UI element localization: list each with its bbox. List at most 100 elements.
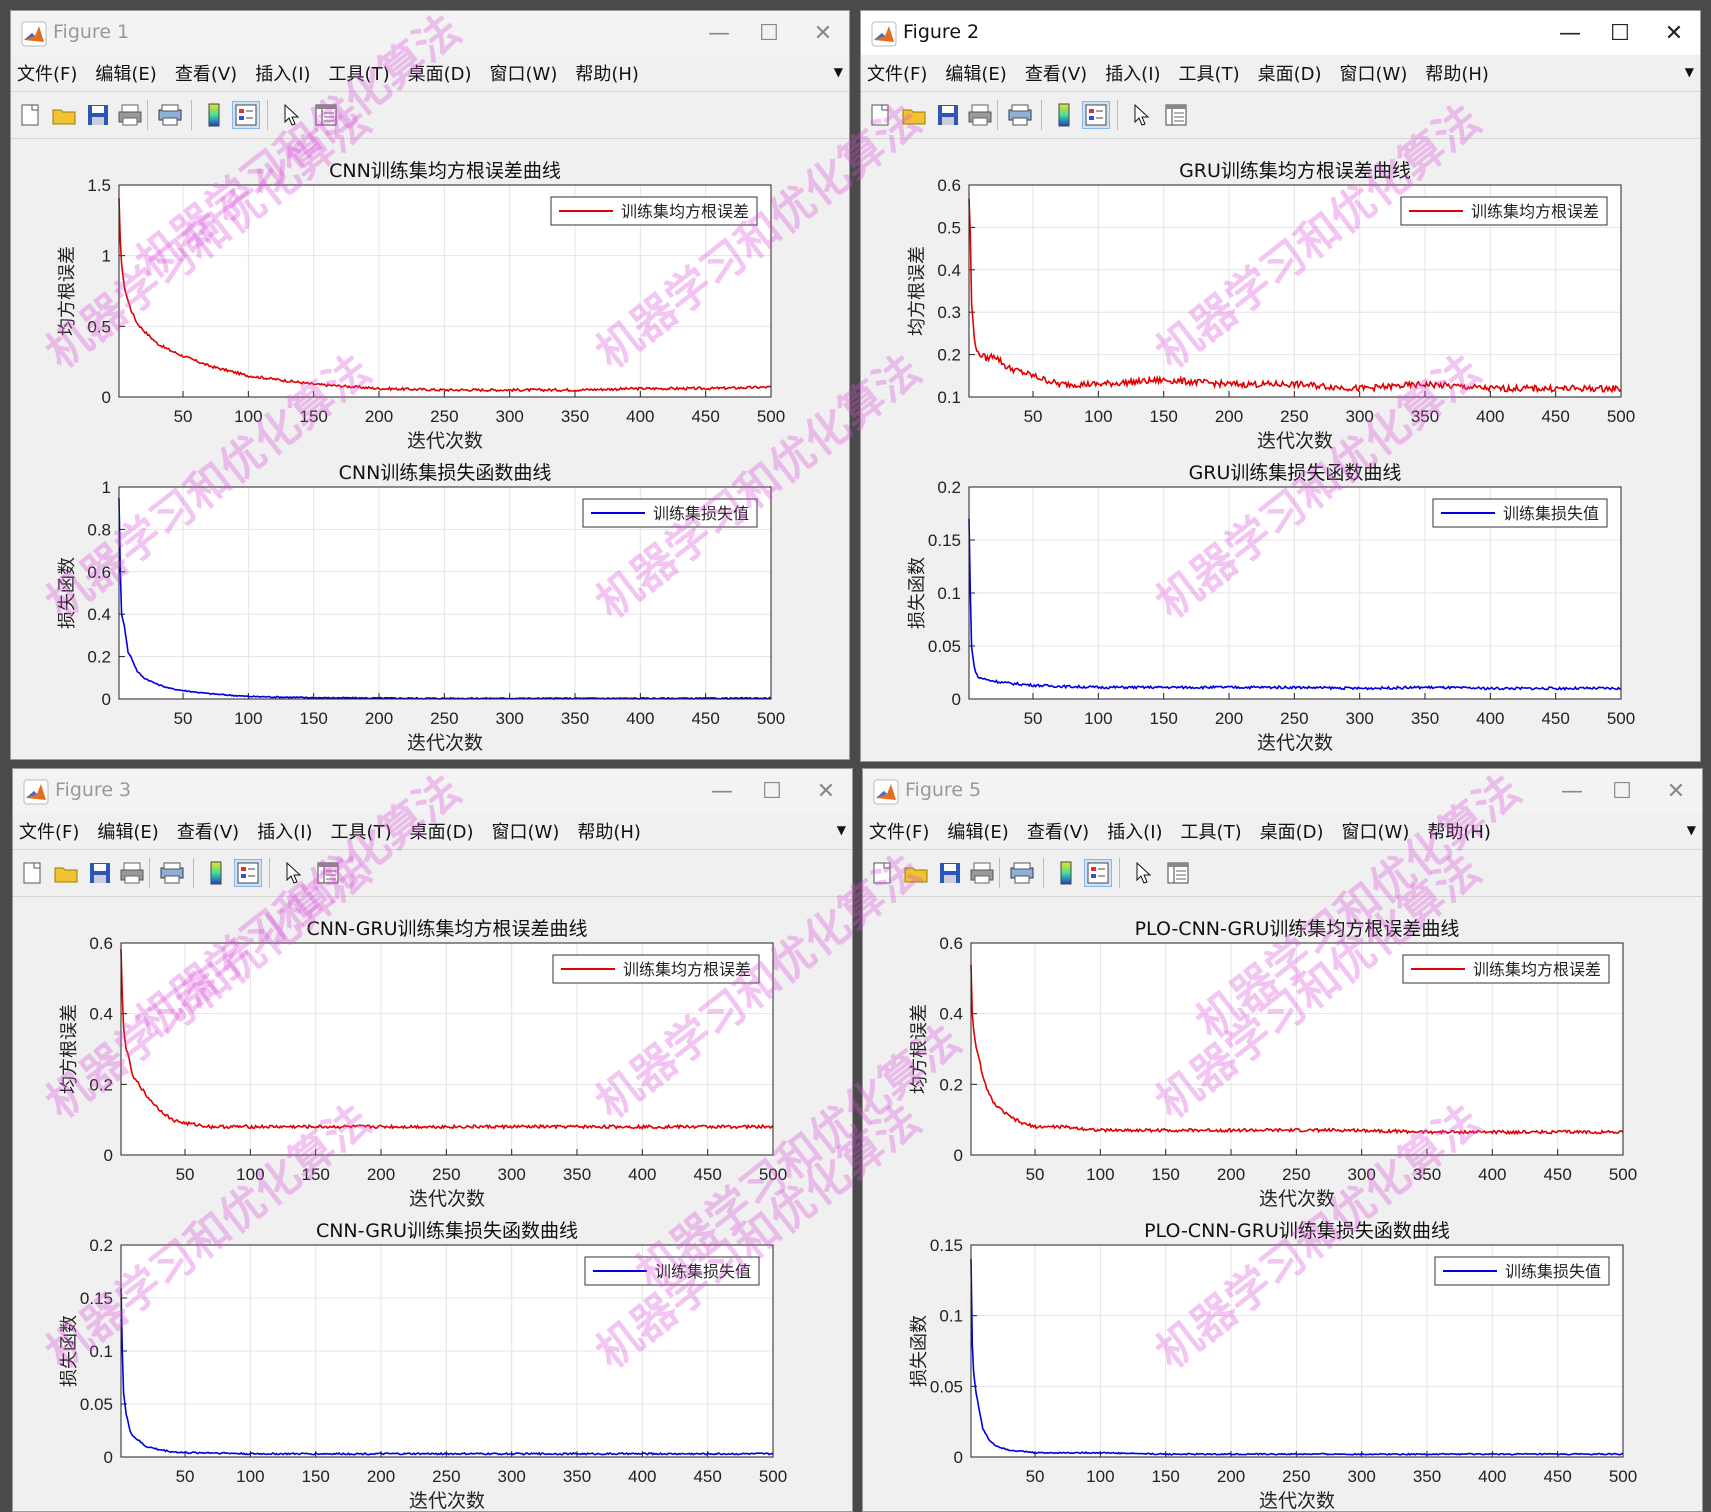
open-file-icon[interactable] [51, 102, 77, 128]
figure-window[interactable]: Figure 5 — ☐ ✕ 文件(F) 编辑(E) 查看(V) 插入(I) 工具(T) 桌面(D… [862, 768, 1703, 1512]
menu-item[interactable]: 文件(F) [19, 818, 79, 844]
minimize-icon[interactable]: — [699, 17, 739, 49]
menu-item[interactable]: 工具(T) [329, 60, 390, 86]
property-inspector-icon[interactable] [315, 860, 341, 886]
menu-item[interactable]: 查看(V) [177, 818, 239, 844]
legend[interactable]: 训练集均方根误差 [1402, 954, 1610, 984]
print-icon[interactable] [967, 102, 993, 128]
pointer-icon[interactable] [281, 860, 307, 886]
menu-overflow-icon[interactable]: ▼ [1687, 823, 1696, 837]
minimize-icon[interactable]: — [1550, 17, 1590, 49]
menu-item[interactable]: 插入(I) [1105, 60, 1160, 86]
colorbar-icon[interactable] [1053, 860, 1079, 886]
rmse-plot[interactable]: 50 100 150 200 250 300 350 400 450 500 0 0.2 0.4 0.6 P… [909, 918, 1637, 1210]
close-icon[interactable]: ✕ [1654, 17, 1694, 49]
print-preview-icon[interactable] [1007, 102, 1033, 128]
minimize-icon[interactable]: — [702, 775, 742, 807]
minimize-icon[interactable]: — [1552, 775, 1592, 807]
menu-item[interactable]: 插入(I) [255, 60, 310, 86]
new-figure-icon[interactable] [869, 860, 895, 886]
figure-window[interactable]: Figure 3 — ☐ ✕ 文件(F) 编辑(E) 查看(V) 插入(I) 工具(T) 桌面(D… [12, 768, 853, 1512]
maximize-icon[interactable]: ☐ [752, 775, 792, 807]
property-inspector-icon[interactable] [313, 102, 339, 128]
pointer-icon[interactable] [279, 102, 305, 128]
print-icon[interactable] [969, 860, 995, 886]
rmse-plot[interactable]: 50 100 150 200 250 300 350 400 450 500 0 0.5 1 1.5 CNN… [57, 160, 785, 452]
close-icon[interactable]: ✕ [1656, 775, 1696, 807]
property-inspector-icon[interactable] [1163, 102, 1189, 128]
print-icon[interactable] [117, 102, 143, 128]
loss-plot[interactable]: 50 100 150 200 250 300 350 400 450 500 0 0.05 0.1 0.1… [59, 1220, 787, 1512]
menu-item[interactable]: 窗口(W) [1342, 818, 1410, 844]
menu-item[interactable]: 桌面(D) [1258, 60, 1322, 86]
legend-icon[interactable] [234, 859, 262, 887]
rmse-plot[interactable]: 50 100 150 200 250 300 350 400 450 500 0 0.2 0.4 0.6 C… [59, 918, 787, 1210]
menu-item[interactable]: 文件(F) [17, 60, 77, 86]
menu-item[interactable]: 查看(V) [1027, 818, 1089, 844]
open-file-icon[interactable] [53, 860, 79, 886]
open-file-icon[interactable] [903, 860, 929, 886]
colorbar-icon[interactable] [203, 860, 229, 886]
maximize-icon[interactable]: ☐ [749, 17, 789, 49]
figure-window[interactable]: Figure 2 — ☐ ✕ 文件(F) 编辑(E) 查看(V) 插入(I) 工具(T) 桌面(D… [860, 10, 1701, 762]
window-title-bar[interactable]: Figure 1 — ☐ ✕ [11, 11, 849, 55]
window-title-bar[interactable]: Figure 3 — ☐ ✕ [13, 769, 852, 813]
menu-item[interactable]: 文件(F) [867, 60, 927, 86]
legend-icon[interactable] [1084, 859, 1112, 887]
loss-plot[interactable]: 50 100 150 200 250 300 350 400 450 500 0 0.05 0.1 0.1… [907, 462, 1635, 754]
print-preview-icon[interactable] [159, 860, 185, 886]
figure-window[interactable]: Figure 1 — ☐ ✕ 文件(F) 编辑(E) 查看(V) 插入(I) 工具(T) 桌面(D… [10, 10, 850, 760]
menu-item[interactable]: 工具(T) [1179, 60, 1240, 86]
menu-item[interactable]: 工具(T) [331, 818, 392, 844]
legend[interactable]: 训练集均方根误差 [550, 196, 758, 226]
legend[interactable]: 训练集损失值 [582, 498, 758, 528]
menu-item[interactable]: 桌面(D) [410, 818, 474, 844]
menu-item[interactable]: 桌面(D) [1260, 818, 1324, 844]
menu-item[interactable]: 桌面(D) [408, 60, 472, 86]
menu-item[interactable]: 帮助(H) [575, 60, 639, 86]
legend[interactable]: 训练集损失值 [584, 1256, 760, 1286]
menu-item[interactable]: 窗口(W) [490, 60, 558, 86]
maximize-icon[interactable]: ☐ [1600, 17, 1640, 49]
pointer-icon[interactable] [1129, 102, 1155, 128]
menu-item[interactable]: 帮助(H) [577, 818, 641, 844]
property-inspector-icon[interactable] [1165, 860, 1191, 886]
menu-item[interactable]: 编辑(E) [947, 818, 1008, 844]
new-figure-icon[interactable] [17, 102, 43, 128]
menu-overflow-icon[interactable]: ▼ [834, 65, 843, 79]
legend-icon[interactable] [232, 101, 260, 129]
window-title-bar[interactable]: Figure 2 — ☐ ✕ [861, 11, 1700, 55]
save-icon[interactable] [87, 860, 113, 886]
menu-item[interactable]: 帮助(H) [1427, 818, 1491, 844]
save-icon[interactable] [85, 102, 111, 128]
loss-plot[interactable]: 50 100 150 200 250 300 350 400 450 500 0 0.2 0.4 0.6 0… [57, 462, 785, 754]
menu-item[interactable]: 编辑(E) [945, 60, 1006, 86]
menu-item[interactable]: 帮助(H) [1425, 60, 1489, 86]
menu-item[interactable]: 查看(V) [175, 60, 237, 86]
close-icon[interactable]: ✕ [806, 775, 846, 807]
legend[interactable]: 训练集损失值 [1432, 498, 1608, 528]
open-file-icon[interactable] [901, 102, 927, 128]
maximize-icon[interactable]: ☐ [1602, 775, 1642, 807]
pointer-icon[interactable] [1131, 860, 1157, 886]
menu-item[interactable]: 窗口(W) [1340, 60, 1408, 86]
legend[interactable]: 训练集均方根误差 [1400, 196, 1608, 226]
menu-item[interactable]: 插入(I) [1107, 818, 1162, 844]
save-icon[interactable] [937, 860, 963, 886]
legend[interactable]: 训练集均方根误差 [552, 954, 760, 984]
menu-overflow-icon[interactable]: ▼ [837, 823, 846, 837]
menu-overflow-icon[interactable]: ▼ [1685, 65, 1694, 79]
save-icon[interactable] [935, 102, 961, 128]
print-preview-icon[interactable] [1009, 860, 1035, 886]
print-preview-icon[interactable] [157, 102, 183, 128]
print-icon[interactable] [119, 860, 145, 886]
colorbar-icon[interactable] [201, 102, 227, 128]
loss-plot[interactable]: 50 100 150 200 250 300 350 400 450 500 0 0.05 0.1 0.1… [909, 1220, 1637, 1512]
new-figure-icon[interactable] [867, 102, 893, 128]
legend-icon[interactable] [1082, 101, 1110, 129]
colorbar-icon[interactable] [1051, 102, 1077, 128]
close-icon[interactable]: ✕ [803, 17, 843, 49]
menu-item[interactable]: 工具(T) [1181, 818, 1242, 844]
menu-item[interactable]: 编辑(E) [97, 818, 158, 844]
menu-item[interactable]: 编辑(E) [95, 60, 156, 86]
